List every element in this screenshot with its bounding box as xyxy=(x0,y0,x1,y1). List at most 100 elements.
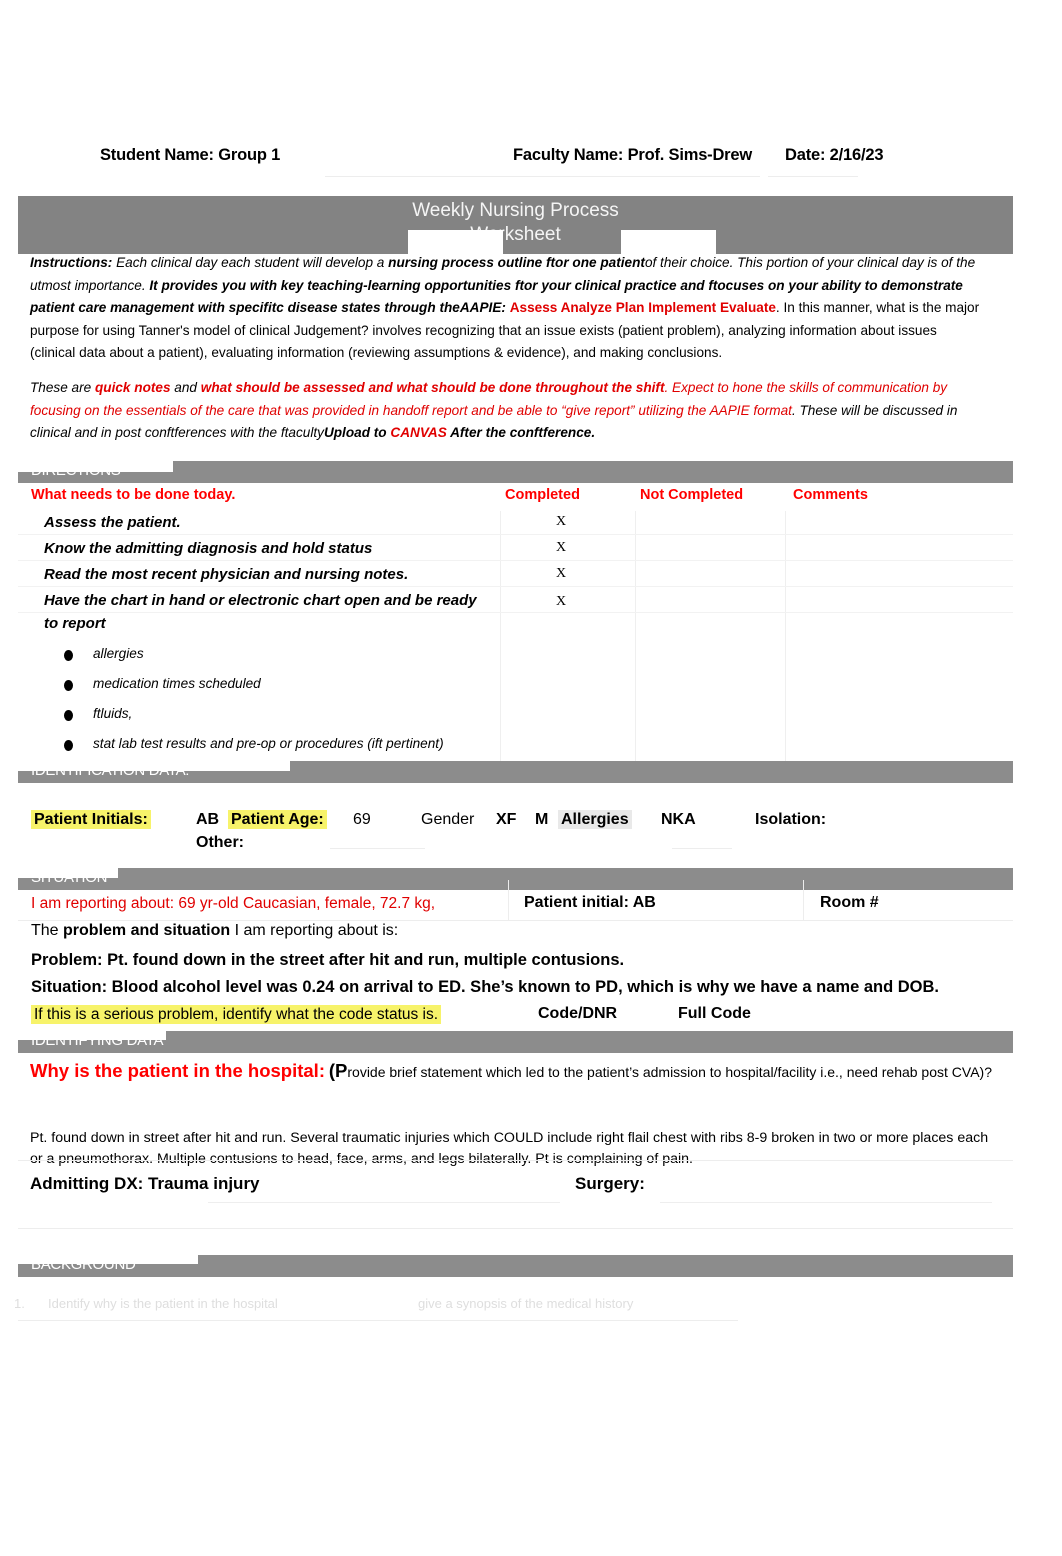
situation-bar-knockout xyxy=(18,868,118,878)
col-header-completed: Completed xyxy=(505,487,580,503)
p2-s9: After the conftference. xyxy=(446,425,596,441)
identifying-data-narrative: Pt. found down in street after hit and r… xyxy=(30,1130,989,1167)
document-title-bar: Weekly Nursing Process Worksheet xyxy=(18,196,1013,254)
paragraph-two: These are quick notes and what should be… xyxy=(30,377,980,445)
problem-statement: Problem: Pt. found down in the street af… xyxy=(31,951,625,969)
table-divider-1 xyxy=(500,511,501,773)
table-divider-2 xyxy=(635,511,636,773)
list-item: stat lab test results and pre-op or proc… xyxy=(60,734,490,764)
directions-table-header: What needs to be done today. Completed N… xyxy=(18,487,1013,511)
problem-lead-3: I am reporting about is: xyxy=(230,922,399,939)
bullet-icon xyxy=(64,710,73,721)
isolation-label: Isolation: xyxy=(755,811,827,828)
identifying-data-question: Why is the patient in the hospital: (Pro… xyxy=(30,1060,995,1083)
instructions-s1: Each clinical day each student will deve… xyxy=(112,255,389,270)
bullet-icon xyxy=(64,740,73,751)
table-row-completed-mark: X xyxy=(556,514,567,529)
post-admit-rule xyxy=(18,1228,1013,1229)
situation-divider-1 xyxy=(508,880,509,920)
document-title-line1: Weekly Nursing Process xyxy=(412,200,619,221)
student-name: Student Name: Group 1 xyxy=(100,146,281,164)
background-rule xyxy=(18,1320,738,1321)
bullet-icon xyxy=(64,680,73,691)
p2-s1: These are xyxy=(30,380,95,395)
identification-row: Patient Initials: AB Patient Age: 69 Gen… xyxy=(18,806,1013,868)
table-rule-2 xyxy=(18,560,1013,561)
problem-lead-1: The xyxy=(31,922,64,939)
why-hospital-paren: (P xyxy=(328,1060,348,1081)
table-row-completed-mark: X xyxy=(556,566,567,581)
faculty-name: Faculty Name: Prof. Sims-Drew xyxy=(513,146,753,164)
problem-lead-bold: problem and situation xyxy=(63,922,231,939)
table-divider-3 xyxy=(785,511,786,773)
table-rule-3 xyxy=(18,586,1013,587)
background-faded-text-1: Identify why is the patient in the hospi… xyxy=(48,1296,278,1311)
room-number-field: Room # xyxy=(820,894,879,911)
situation-rule xyxy=(18,920,1013,921)
bullet-icon xyxy=(64,650,73,661)
paragraph-two-block: These are quick notes and what should be… xyxy=(30,377,980,445)
col-header-comments: Comments xyxy=(793,487,868,503)
gender-value: XF xyxy=(496,811,517,828)
section-bar-situation: SITUATION xyxy=(18,868,1013,890)
identification-bar-knockout xyxy=(18,761,290,771)
list-item: allergies xyxy=(60,644,490,674)
list-item-label: ftluids, xyxy=(93,706,133,721)
situation-divider-2 xyxy=(803,880,804,920)
background-bar-knockout xyxy=(18,1255,198,1264)
list-item: medication times scheduled xyxy=(60,674,490,704)
col-header-task: What needs to be done today. xyxy=(31,487,236,503)
list-item-label: medication times scheduled xyxy=(93,676,261,691)
identification-underline xyxy=(330,848,425,849)
situation-statement: Situation: Blood alcohol level was 0.24 … xyxy=(31,978,940,996)
why-hospital-rest: rovide brief statement which led to the … xyxy=(347,1064,992,1080)
patient-initial-field: Patient initial: AB xyxy=(524,894,656,911)
table-row-completed-mark: X xyxy=(556,594,567,609)
gender-label: Gender xyxy=(421,811,475,828)
document-title: Weekly Nursing Process Worksheet xyxy=(18,199,1013,247)
p2-assessed-done: what should be assessed and what should … xyxy=(200,380,665,395)
instructions-block: Instructions: Each clinical day each stu… xyxy=(30,252,980,374)
instructions-label: Instructions: xyxy=(30,255,113,270)
table-row: Assess the patient. xyxy=(44,514,181,531)
header-underline-right xyxy=(768,176,858,177)
code-status-prompt-text: If this is a serious problem, identify w… xyxy=(31,1005,442,1024)
identifying-rule xyxy=(18,1160,1013,1161)
instructions-s5: AAPIE: xyxy=(459,300,510,316)
identification-underline-2 xyxy=(672,848,732,849)
patient-age-label: Patient Age: xyxy=(228,810,327,829)
identifying-bar-knockout xyxy=(18,1031,166,1040)
instructions-aapie-expansion: Assess Analyze Plan Implement Evaluate xyxy=(509,300,776,316)
code-status-value: Full Code xyxy=(678,1005,751,1022)
table-row-completed-mark: X xyxy=(556,540,567,555)
section-bar-identifying-data: IDENTIFYING DATA xyxy=(18,1031,1013,1053)
table-row: Know the admitting diagnosis and hold st… xyxy=(44,540,373,557)
date-field: Date: 2/16/23 xyxy=(785,146,884,164)
surgery-field: Surgery: xyxy=(575,1174,645,1193)
gender-value-alt: M xyxy=(535,811,549,828)
why-hospital-label: Why is the patient in the hospital: xyxy=(30,1060,325,1081)
p2-upload: Upload to xyxy=(323,425,391,441)
list-item-label: stat lab test results and pre-op or proc… xyxy=(93,736,444,751)
admitting-dx-underline xyxy=(208,1202,560,1203)
directions-bullet-list: allergies medication times scheduled ftl… xyxy=(60,644,490,764)
instructions-s2: nursing process outline ftor one patient xyxy=(388,255,645,270)
background-faded-text-2: give a synopsis of the medical history xyxy=(418,1296,634,1311)
background-item-number: 1. xyxy=(14,1296,25,1311)
code-dnr-label: Code/DNR xyxy=(538,1005,618,1022)
p2-s3: and xyxy=(170,380,201,395)
p2-quick-notes: quick notes xyxy=(94,380,171,395)
allergies-value: NKA xyxy=(661,811,696,828)
patient-initials-label: Patient Initials: xyxy=(31,810,151,829)
table-rule-1 xyxy=(18,534,1013,535)
admitting-dx-field: Admitting DX: Trauma injury xyxy=(30,1174,260,1193)
document-header: Student Name: Group 1 Faculty Name: Prof… xyxy=(0,146,1062,172)
table-row: Read the most recent physician and nursi… xyxy=(44,566,409,583)
patient-age-value: 69 xyxy=(353,811,371,828)
problem-lead-in: The problem and situation I am reporting… xyxy=(31,922,398,940)
p2-canvas: CANVAS xyxy=(390,425,447,441)
directions-bar-knockout xyxy=(18,461,173,472)
list-item: ftluids, xyxy=(60,704,490,734)
surgery-underline xyxy=(660,1202,992,1203)
list-item-label: allergies xyxy=(93,646,144,661)
